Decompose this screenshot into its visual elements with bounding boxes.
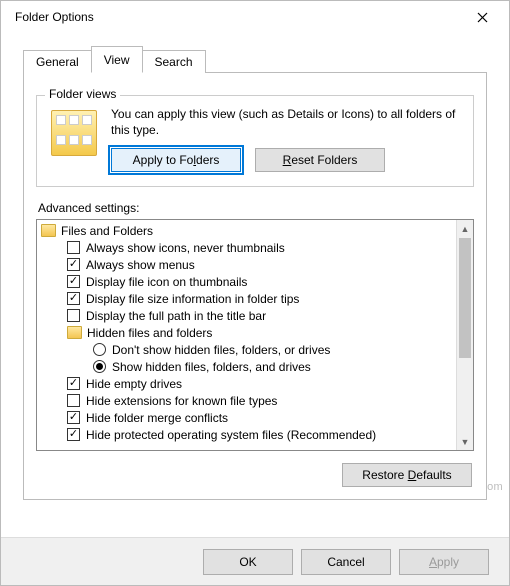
close-button[interactable] <box>463 4 501 30</box>
restore-defaults-button[interactable]: Restore Defaults <box>342 463 472 487</box>
window-title: Folder Options <box>15 10 463 24</box>
list-item[interactable]: Hide extensions for known file types <box>39 392 454 409</box>
tab-search[interactable]: Search <box>142 50 206 73</box>
radio-icon[interactable] <box>93 360 106 373</box>
checkbox-icon[interactable] <box>67 309 80 322</box>
tab-view[interactable]: View <box>91 46 143 73</box>
advanced-settings-list[interactable]: Files and Folders Always show icons, nev… <box>36 219 474 451</box>
folder-views-icon <box>51 110 97 156</box>
checkbox-icon[interactable] <box>67 241 80 254</box>
reset-folders-button[interactable]: Reset Folders <box>255 148 385 172</box>
cancel-button[interactable]: Cancel <box>301 549 391 575</box>
list-item[interactable]: Always show icons, never thumbnails <box>39 239 454 256</box>
apply-button[interactable]: Apply <box>399 549 489 575</box>
radio-icon[interactable] <box>93 343 106 356</box>
apply-to-folders-button[interactable]: Apply to Folders <box>111 148 241 172</box>
tree-folder-hidden[interactable]: Hidden files and folders <box>39 324 454 341</box>
folder-views-text: You can apply this view (such as Details… <box>111 106 461 138</box>
tree-folder-root[interactable]: Files and Folders <box>39 222 454 239</box>
list-item[interactable]: Hide empty drives <box>39 375 454 392</box>
list-item[interactable]: Always show menus <box>39 256 454 273</box>
folder-icon <box>41 224 56 237</box>
folder-views-legend: Folder views <box>45 87 120 101</box>
radio-dont-show-hidden[interactable]: Don't show hidden files, folders, or dri… <box>39 341 454 358</box>
scroll-up-icon[interactable]: ▲ <box>457 220 473 237</box>
list-item[interactable]: Hide protected operating system files (R… <box>39 426 454 443</box>
checkbox-icon[interactable] <box>67 411 80 424</box>
checkbox-icon[interactable] <box>67 292 80 305</box>
checkbox-icon[interactable] <box>67 275 80 288</box>
checkbox-icon[interactable] <box>67 377 80 390</box>
folder-icon <box>67 326 82 339</box>
list-item[interactable]: Hide folder merge conflicts <box>39 409 454 426</box>
scroll-thumb[interactable] <box>459 238 471 358</box>
checkbox-icon[interactable] <box>67 394 80 407</box>
folder-views-group: Folder views You can apply this view (su… <box>36 95 474 187</box>
scroll-down-icon[interactable]: ▼ <box>457 433 473 450</box>
radio-show-hidden[interactable]: Show hidden files, folders, and drives <box>39 358 454 375</box>
checkbox-icon[interactable] <box>67 258 80 271</box>
advanced-settings-label: Advanced settings: <box>38 201 474 215</box>
close-icon <box>477 12 488 23</box>
scrollbar[interactable]: ▲ ▼ <box>456 220 473 450</box>
ok-button[interactable]: OK <box>203 549 293 575</box>
list-item[interactable]: Display file icon on thumbnails <box>39 273 454 290</box>
list-item[interactable]: Display file size information in folder … <box>39 290 454 307</box>
tab-general[interactable]: General <box>23 50 92 73</box>
list-item[interactable]: Display the full path in the title bar <box>39 307 454 324</box>
checkbox-icon[interactable] <box>67 428 80 441</box>
